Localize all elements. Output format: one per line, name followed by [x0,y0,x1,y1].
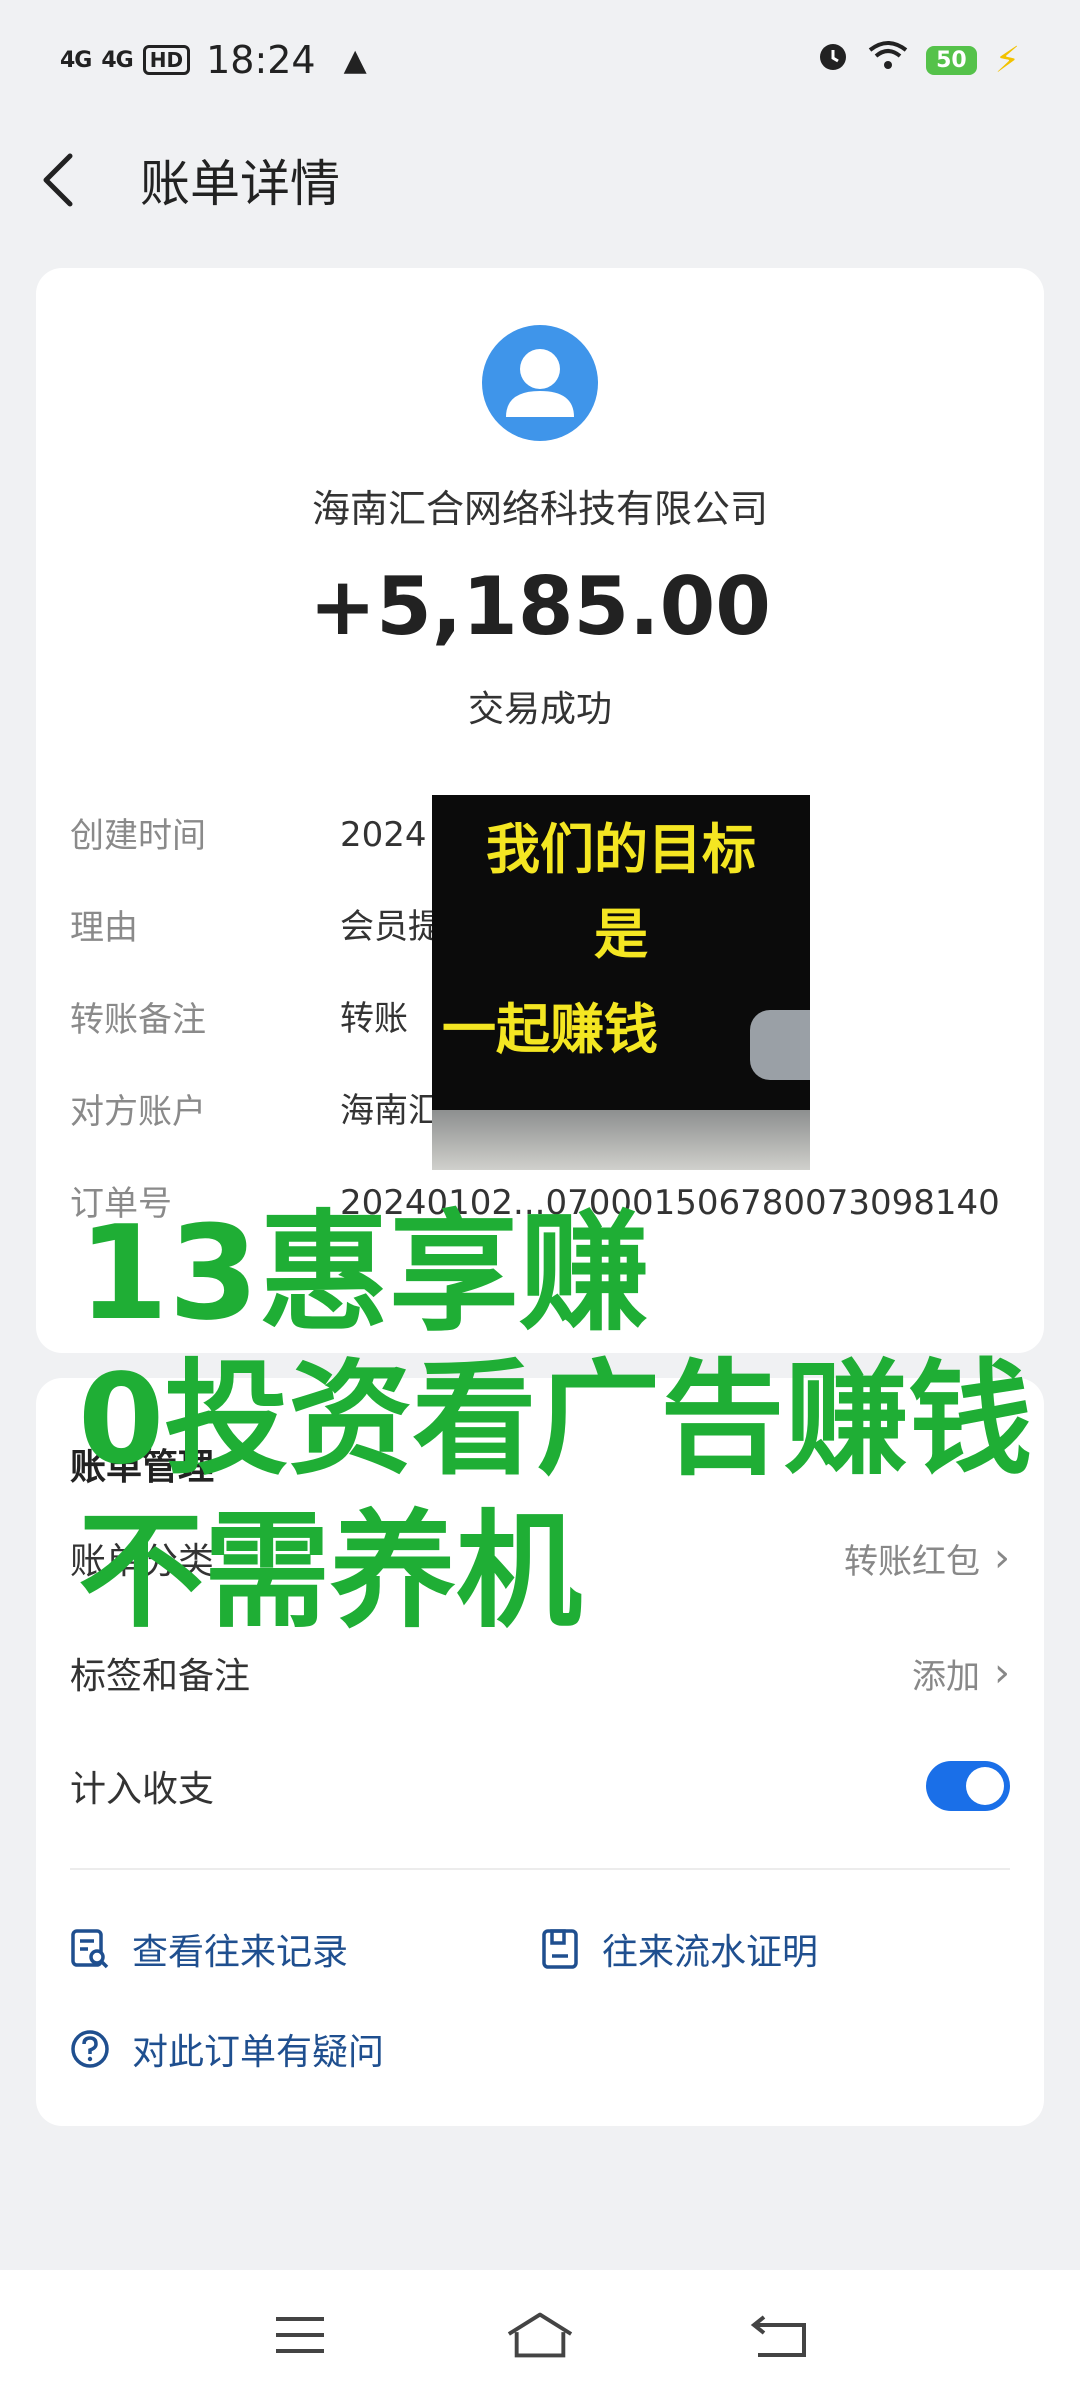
overlay-meme-image: 我们的目标 是 一起赚钱 [432,795,810,1170]
bill-detail-page: 4G 4G HD 18:24 ▲ 50 ⚡ 账单详情 海南汇合网络科技有限公司 [0,0,1080,2400]
income-row: 计入收支 [70,1756,1010,1816]
chevron-right-icon: › [994,1535,1010,1581]
toggle-knob [966,1767,1004,1805]
detail-value: 会员提 [340,907,442,947]
status-bar: 4G 4G HD 18:24 ▲ 50 ⚡ [0,0,1080,120]
charging-icon: ⚡ [994,39,1020,81]
avatar-icon [482,325,598,441]
overlay-line-1: 我们的目标 [486,818,756,881]
record-icon [71,1929,109,1969]
warning-icon: ▲ [343,42,367,78]
home-icon[interactable] [505,2305,575,2365]
proof-link-text: 往来流水证明 [602,1932,819,1973]
question-icon [71,2030,109,2068]
history-link[interactable]: 查看往来记录 [70,1923,348,1975]
divider [70,1868,1010,1870]
proof-link[interactable]: 往来流水证明 [540,1923,818,1975]
overlay-line-2: 是 [594,903,648,966]
promo-line-3: 不需养机 [78,1498,582,1645]
detail-key: 转账备注 [70,1000,206,1040]
question-link[interactable]: 对此订单有疑问 [70,2023,384,2075]
tags-value: 添加 › [912,1649,1010,1698]
category-value-text: 转账红包 [844,1541,980,1582]
tags-row[interactable]: 标签和备注 添加 › [70,1643,1010,1703]
income-toggle[interactable] [926,1761,1010,1811]
pointing-arm [750,1010,810,1080]
income-label: 计入收支 [70,1769,215,1810]
return-icon[interactable] [745,2305,815,2365]
transaction-amount: +5,185.00 [309,560,771,653]
detail-value: 海南汇 [340,1091,442,1131]
detail-key: 创建时间 [70,816,206,856]
tags-label: 标签和备注 [70,1656,251,1697]
hd-icon: HD [142,45,191,75]
app-header: 账单详情 [0,130,1080,230]
back-arrow-icon[interactable] [40,150,90,210]
system-nav-bar [0,2270,1080,2400]
detail-key: 理由 [70,908,138,948]
counterparty-name: 海南汇合网络科技有限公司 [311,487,768,531]
signal-1-icon: 4G [60,47,92,73]
battery-icon: 50 [926,45,977,75]
chevron-right-icon: › [994,1650,1010,1696]
board-edge [432,1110,810,1170]
menu-icon[interactable] [265,2305,335,2365]
page-title: 账单详情 [140,155,340,213]
status-right: 50 ⚡ [816,39,1020,82]
clock: 18:24 [206,38,316,82]
history-link-text: 查看往来记录 [132,1932,349,1973]
detail-value: 转账 [340,999,408,1039]
status-left: 4G 4G HD 18:24 ▲ [60,38,367,82]
tags-value-text: 添加 [912,1656,980,1697]
question-link-text: 对此订单有疑问 [132,2032,385,2073]
proof-icon [542,1929,578,1969]
transaction-status: 交易成功 [467,689,612,730]
detail-value: 2024 [340,815,427,855]
alarm-icon [816,39,850,82]
signal-2-icon: 4G [101,47,133,73]
wifi-icon [868,40,908,81]
category-value: 转账红包 › [844,1534,1010,1583]
detail-key: 对方账户 [70,1092,206,1132]
